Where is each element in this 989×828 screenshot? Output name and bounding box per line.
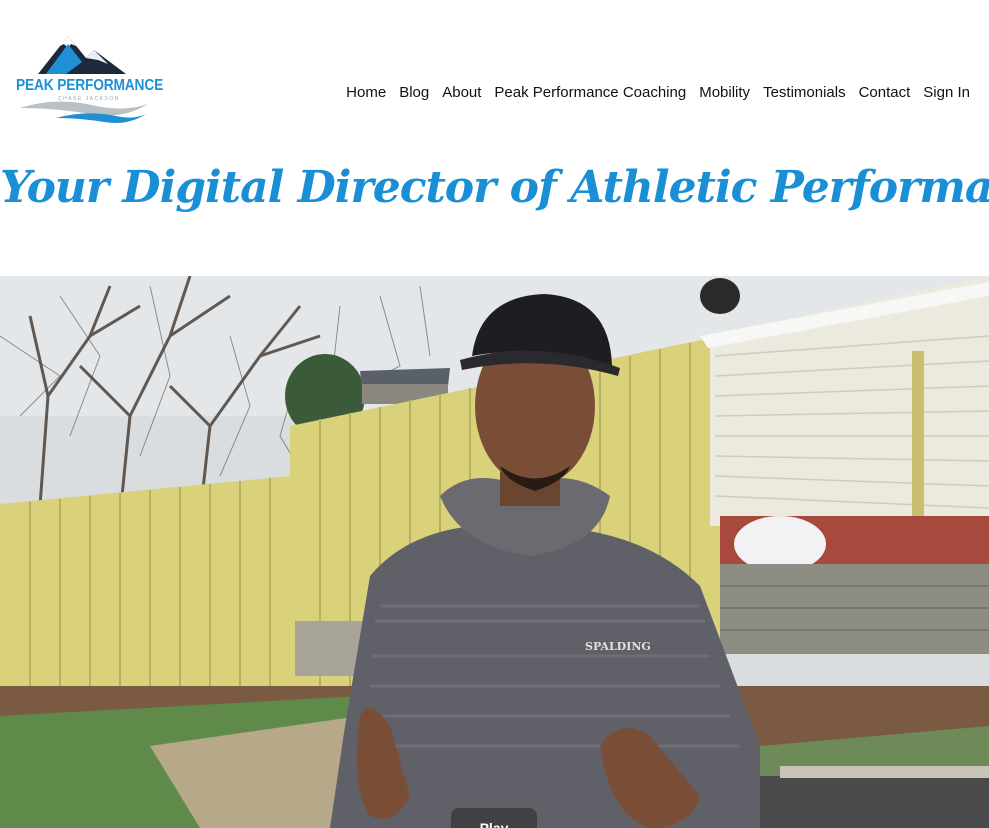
site-logo[interactable]: PEAK PERFORMANCE CHASE JACKSON bbox=[16, 30, 164, 126]
shirt-logo-text: SPALDING bbox=[585, 640, 651, 653]
nav-mobility[interactable]: Mobility bbox=[699, 84, 750, 101]
site-header: PEAK PERFORMANCE CHASE JACKSON Home Blog… bbox=[0, 0, 989, 150]
video-frame: SPALDING bbox=[0, 276, 989, 828]
hero-tagline: Your Digital Director of Athletic Perfor… bbox=[0, 162, 989, 213]
logo-title: PEAK PERFORMANCE bbox=[16, 77, 164, 94]
play-button[interactable]: Play bbox=[451, 808, 537, 828]
main-nav: Home Blog About Peak Performance Coachin… bbox=[346, 84, 970, 101]
nav-blog[interactable]: Blog bbox=[399, 84, 429, 101]
nav-peak-performance-coaching[interactable]: Peak Performance Coaching bbox=[494, 84, 686, 101]
nav-home[interactable]: Home bbox=[346, 84, 386, 101]
nav-contact[interactable]: Contact bbox=[859, 84, 911, 101]
page: PEAK PERFORMANCE CHASE JACKSON Home Blog… bbox=[0, 0, 989, 828]
hero-video[interactable]: SPALDING Play bbox=[0, 276, 989, 828]
nav-about[interactable]: About bbox=[442, 84, 481, 101]
nav-testimonials[interactable]: Testimonials bbox=[763, 84, 846, 101]
nav-sign-in[interactable]: Sign In bbox=[923, 84, 970, 101]
logo-subtitle: CHASE JACKSON bbox=[58, 96, 120, 102]
